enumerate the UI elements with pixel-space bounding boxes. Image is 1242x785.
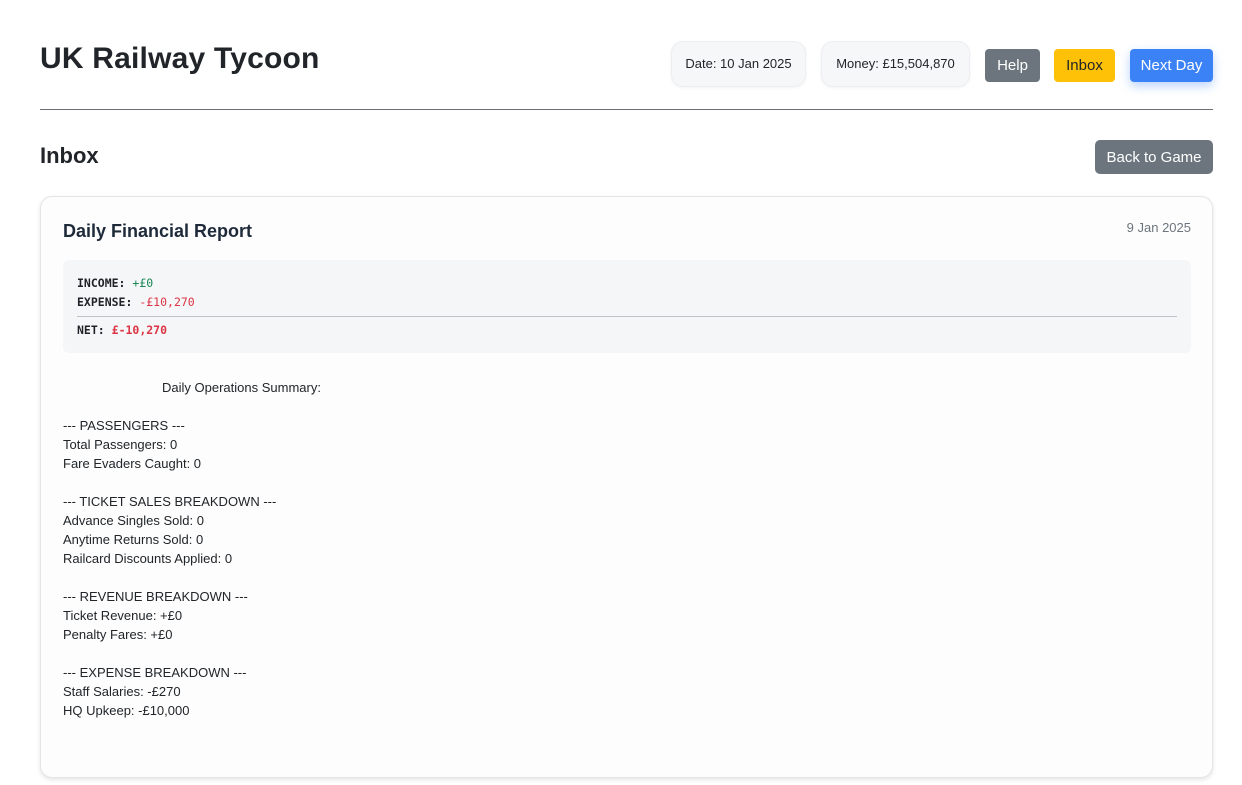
- summary-heading: Daily Operations Summary:: [162, 380, 321, 395]
- inbox-title: Inbox: [40, 143, 99, 168]
- app-title: UK Railway Tycoon: [40, 42, 320, 75]
- ticket-sales-header: --- TICKET SALES BREAKDOWN ---: [63, 494, 277, 509]
- ticket-revenue: Ticket Revenue: +£0: [63, 608, 183, 623]
- income-value: +£0: [132, 276, 154, 290]
- passengers-header: --- PASSENGERS ---: [63, 418, 185, 433]
- expense-label: EXPENSE:: [77, 295, 133, 309]
- total-passengers: Total Passengers: 0: [63, 437, 178, 452]
- expense-value: -£10,270: [139, 295, 195, 309]
- railcard-discounts: Railcard Discounts Applied: 0: [63, 551, 233, 566]
- advance-singles: Advance Singles Sold: 0: [63, 513, 204, 528]
- income-label: INCOME:: [77, 276, 126, 290]
- net-value: £-10,270: [111, 323, 168, 337]
- money-display: Money: £15,504,870: [821, 41, 970, 87]
- anytime-returns: Anytime Returns Sold: 0: [63, 532, 204, 547]
- income-row: INCOME: +£0: [77, 274, 1177, 293]
- financial-summary: INCOME: +£0 EXPENSE: -£10,270 NET: £-10,…: [63, 260, 1191, 353]
- message-title: Daily Financial Report: [63, 221, 253, 241]
- help-button[interactable]: Help: [985, 49, 1040, 82]
- expense-header: --- EXPENSE BREAKDOWN ---: [63, 665, 247, 680]
- staff-salaries: Staff Salaries: -£270: [63, 684, 181, 699]
- next-day-button[interactable]: Next Day: [1130, 49, 1213, 82]
- message-card: Daily Financial Report 9 Jan 2025 INCOME…: [40, 196, 1213, 778]
- date-display: Date: 10 Jan 2025: [671, 41, 806, 87]
- page: UK Railway Tycoon Date: 10 Jan 2025 Mone…: [0, 0, 1242, 785]
- penalty-fares: Penalty Fares: +£0: [63, 627, 173, 642]
- header: UK Railway Tycoon Date: 10 Jan 2025 Mone…: [40, 36, 1213, 110]
- operations-summary: Daily Operations Summary: --- PASSENGERS…: [63, 378, 1163, 720]
- net-row: NET: £-10,270: [77, 321, 1177, 340]
- revenue-header: --- REVENUE BREAKDOWN ---: [63, 589, 248, 604]
- back-to-game-button[interactable]: Back to Game: [1095, 140, 1213, 174]
- net-label: NET:: [77, 323, 105, 337]
- expense-row: EXPENSE: -£10,270: [77, 293, 1177, 312]
- hq-upkeep: HQ Upkeep: -£10,000: [63, 703, 190, 718]
- inbox-button[interactable]: Inbox: [1054, 49, 1115, 82]
- financial-divider: [77, 316, 1177, 317]
- fare-evaders: Fare Evaders Caught: 0: [63, 456, 202, 471]
- message-date: 9 Jan 2025: [1126, 220, 1191, 235]
